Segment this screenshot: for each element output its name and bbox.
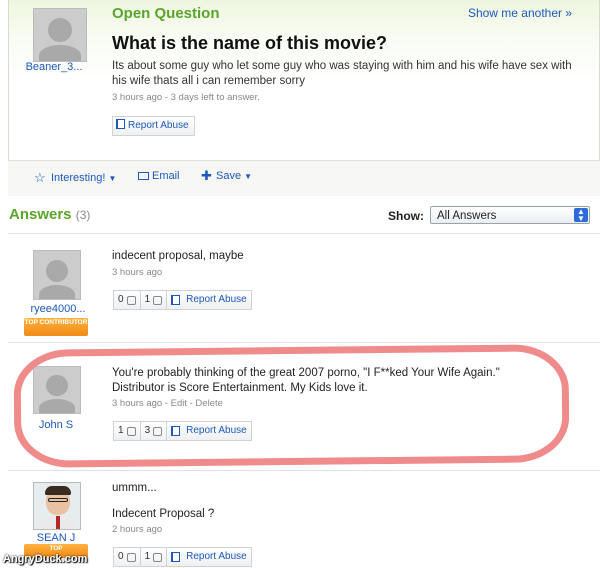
badge-label: TOP	[49, 545, 63, 552]
save-button[interactable]: ✚ Save ▼	[201, 168, 253, 183]
interesting-button[interactable]: ☆ Interesting! ▼	[34, 170, 117, 185]
answer-meta: 3 hours ago	[112, 267, 163, 278]
down-count: 1	[144, 551, 151, 562]
flag-icon	[171, 295, 181, 305]
flag-icon	[171, 552, 181, 562]
highlight-circle	[13, 344, 570, 468]
question-meta: 3 hours ago - 3 days left to answer.	[112, 92, 260, 103]
asker-name[interactable]: Beaner_3...	[16, 61, 92, 73]
divider	[8, 342, 600, 343]
envelope-icon	[138, 172, 149, 180]
chevron-down-icon: ▼	[108, 174, 117, 183]
answer-meta: 2 hours ago	[112, 524, 163, 535]
report-label: Report Abuse	[186, 294, 247, 305]
thumbs-down-button[interactable]: 1	[141, 291, 168, 309]
top-contributor-badge: TOP CONTRIBUTOR	[24, 318, 88, 336]
show-another-link[interactable]: Show me another »	[468, 6, 572, 20]
report-label: Report Abuse	[128, 120, 189, 131]
badge-label: TOP CONTRIBUTOR	[24, 319, 88, 326]
plus-icon: ✚	[201, 168, 212, 183]
down-count: 1	[144, 294, 151, 305]
vote-bar: 0 1 Report Abuse	[113, 290, 252, 310]
divider	[8, 233, 600, 234]
thumbs-up-icon	[126, 295, 136, 305]
thumbs-up-button[interactable]: 0	[114, 548, 141, 566]
save-label: Save	[216, 170, 242, 182]
asker-avatar[interactable]	[33, 8, 87, 62]
question-report-button[interactable]: Report Abuse	[112, 116, 195, 136]
answerer-avatar[interactable]	[33, 250, 81, 300]
thumbs-up-icon	[126, 552, 136, 562]
thumbs-down-button[interactable]: 1	[141, 548, 168, 566]
answers-filter-select[interactable]: All Answers ▲ ▼	[430, 206, 590, 224]
watermark: AngryDuck.com	[3, 553, 88, 565]
answer-text: ummm...	[112, 482, 157, 494]
report-abuse-button[interactable]: Report Abuse	[167, 291, 251, 309]
flag-icon	[116, 119, 125, 129]
answers-count: (3)	[75, 208, 91, 222]
answerer-avatar[interactable]	[33, 482, 81, 530]
up-count: 0	[118, 294, 124, 305]
answer-text: Indecent Proposal ?	[112, 508, 215, 520]
thumbs-down-icon	[153, 295, 163, 305]
open-question-label: Open Question	[112, 5, 220, 22]
thumbs-up-button[interactable]: 0	[114, 291, 141, 309]
answer-text: indecent proposal, maybe	[112, 250, 244, 262]
thumbs-down-icon	[153, 552, 163, 562]
star-icon: ☆	[34, 170, 46, 185]
answers-title: Answers	[9, 206, 72, 223]
select-arrows-icon: ▲ ▼	[574, 208, 588, 223]
email-button[interactable]: Email	[138, 170, 180, 182]
divider	[8, 470, 600, 471]
vote-bar: 0 1 Report Abuse	[113, 547, 252, 567]
up-count: 0	[118, 551, 124, 562]
question-actions: ☆ Interesting! ▼ Email ✚ Save ▼	[8, 160, 600, 196]
report-label: Report Abuse	[186, 551, 247, 562]
interesting-label: Interesting!	[51, 172, 106, 184]
answerer-name[interactable]: ryee4000...	[18, 303, 98, 315]
filter-value: All Answers	[437, 210, 497, 222]
answerer-name[interactable]: SEAN J	[18, 532, 94, 544]
answers-heading: Answers (3)	[9, 206, 90, 223]
question-title: What is the name of this movie?	[112, 33, 388, 53]
report-abuse-button[interactable]: Report Abuse	[167, 548, 251, 566]
email-label: Email	[152, 170, 180, 182]
show-label: Show:	[388, 209, 424, 223]
question-detail: Its about some guy who let some guy who …	[112, 60, 572, 87]
chevron-down-icon: ▼	[244, 172, 253, 181]
